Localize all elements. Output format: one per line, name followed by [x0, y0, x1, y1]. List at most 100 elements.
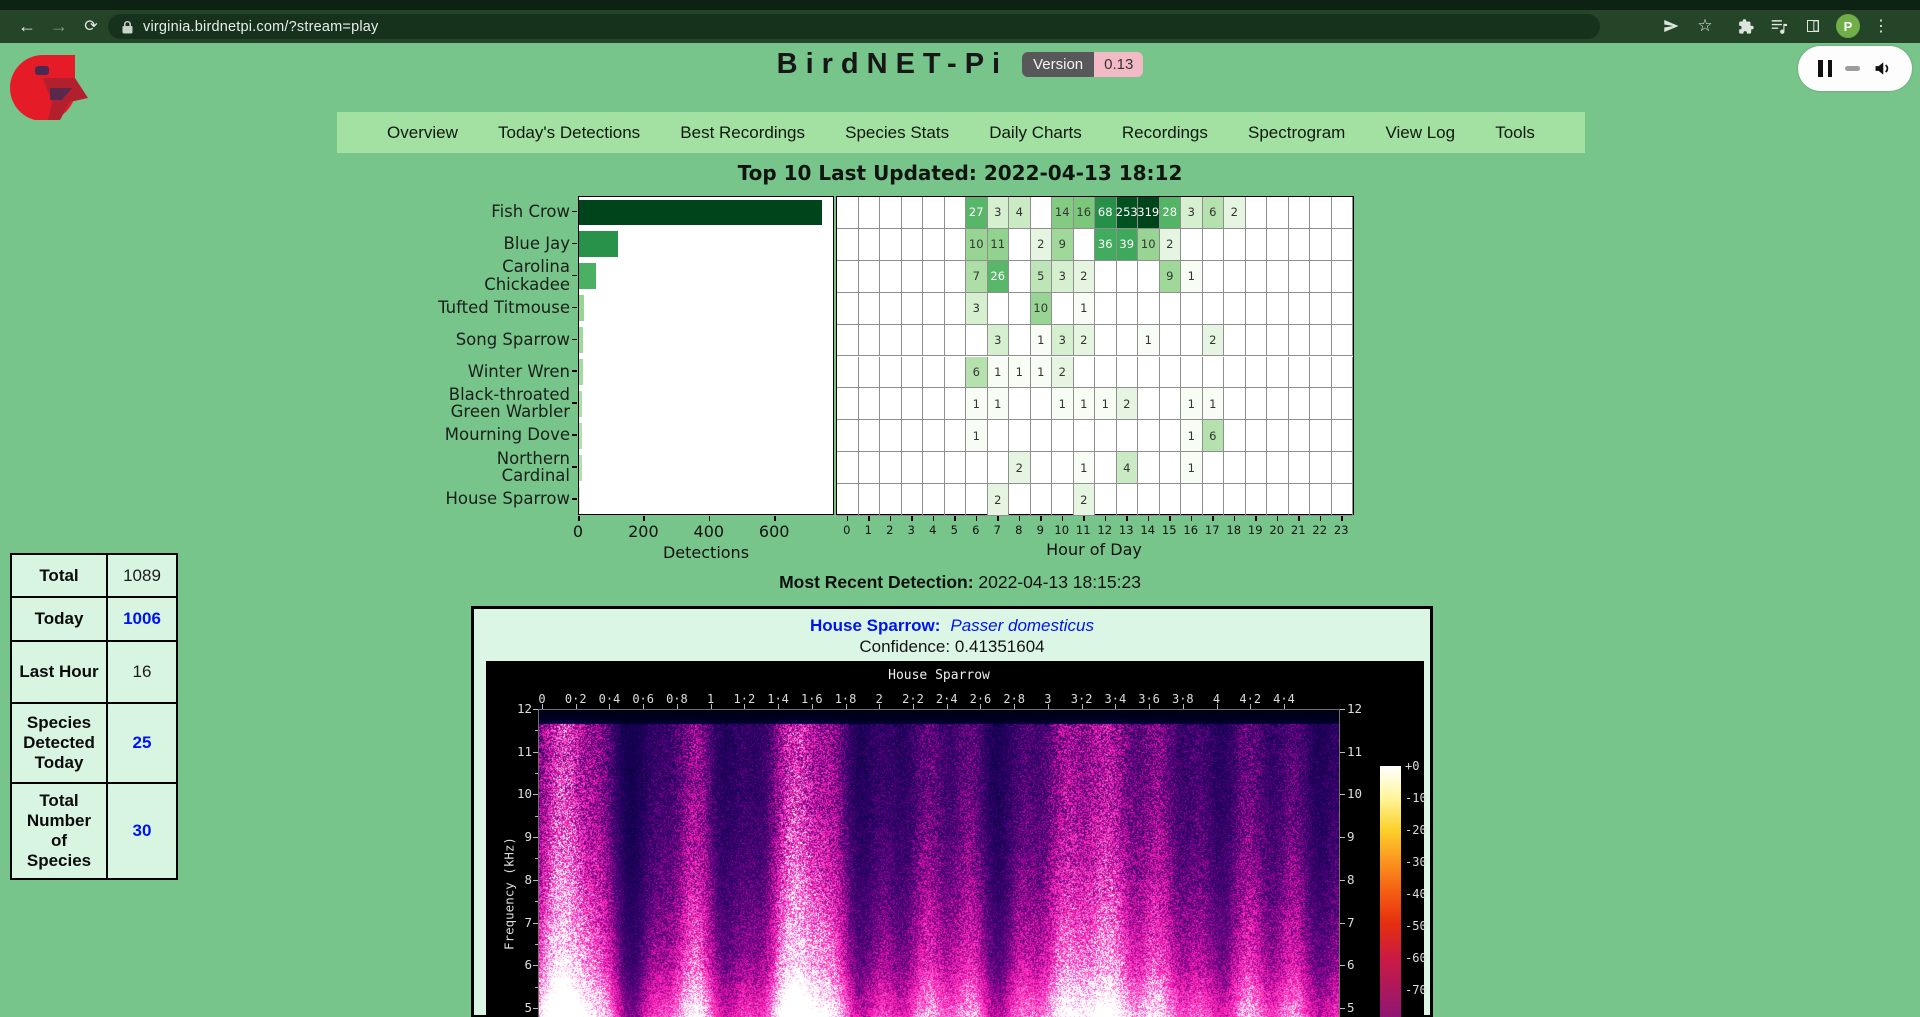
heatmap-cell: [1267, 420, 1289, 452]
heatmap-cell: 3: [988, 197, 1010, 229]
heatmap-cell: 3: [988, 325, 1010, 357]
heatmap-cell: [1224, 293, 1246, 325]
heatmap-cell: [837, 197, 859, 229]
nav-item-daily-charts[interactable]: Daily Charts: [989, 123, 1082, 143]
heatmap-xtick: [1105, 516, 1107, 521]
address-bar[interactable]: virginia.birdnetpi.com/?stream=play: [108, 14, 1600, 39]
bar-winter-wren: [579, 359, 583, 385]
bar-mourning-dove: [579, 423, 582, 449]
heatmap-cell: [1095, 452, 1117, 484]
menu-kebab-icon[interactable]: ⋮: [1868, 13, 1894, 39]
heatmap-cell: [1160, 325, 1182, 357]
spectrogram-freq-minor-tick: [535, 858, 538, 859]
heatmap-cell: [1289, 197, 1311, 229]
heatmap-cell: [880, 420, 902, 452]
spectrogram-freq-minor-tick: [535, 730, 538, 731]
heatmap-cell: [1224, 388, 1246, 420]
heatmap-cell: [1160, 484, 1182, 516]
forward-icon[interactable]: →: [46, 13, 72, 39]
heatmap-cell: [1160, 420, 1182, 452]
heatmap-cell: 1: [1181, 261, 1203, 293]
nav-item-species-stats[interactable]: Species Stats: [845, 123, 949, 143]
spectrogram-freq-label-left: 8: [504, 872, 532, 887]
heatmap-cell: 253: [1117, 197, 1139, 229]
latest-detection-panel: House Sparrow:Passer domesticus Confiden…: [471, 606, 1433, 1017]
heatmap-cell: [1095, 293, 1117, 325]
spectrogram-freq-tick-left: [533, 923, 538, 924]
stats-label: Today: [11, 597, 107, 641]
nav-item-spectrogram[interactable]: Spectrogram: [1248, 123, 1345, 143]
nav-item-today-s-detections[interactable]: Today's Detections: [498, 123, 640, 143]
spectrogram-plot: [538, 709, 1340, 1017]
bookmark-star-icon[interactable]: ☆: [1692, 13, 1718, 39]
heatmap-cell: [1310, 484, 1332, 516]
heatmap-cell: [1289, 452, 1311, 484]
nav-item-tools[interactable]: Tools: [1495, 123, 1535, 143]
stats-value-link[interactable]: 25: [107, 703, 177, 783]
nav-item-recordings[interactable]: Recordings: [1122, 123, 1208, 143]
back-icon[interactable]: ←: [14, 13, 40, 39]
heatmap-xtick-label: 4: [922, 523, 944, 537]
spectrogram-freq-label-right: 8: [1347, 872, 1375, 887]
heatmap-xtick: [1212, 516, 1214, 521]
species-axis-tick: [572, 307, 577, 309]
heatmap-cell: [1031, 452, 1053, 484]
heatmap-cell: 1: [1074, 452, 1096, 484]
heatmap-cell: [1117, 420, 1139, 452]
heatmap-cell: [945, 357, 967, 389]
heatmap-cell: [1117, 484, 1139, 516]
heatmap-xtick: [1019, 516, 1021, 521]
species-link[interactable]: House Sparrow:: [810, 616, 940, 635]
heatmap-cell: [1246, 388, 1268, 420]
heatmap-xtick-label: 18: [1223, 523, 1245, 537]
spectrogram-freq-tick-left: [533, 709, 538, 710]
send-icon[interactable]: [1658, 13, 1684, 39]
heatmap-xtick-label: 15: [1158, 523, 1180, 537]
heatmap-cell: [1310, 197, 1332, 229]
profile-avatar[interactable]: P: [1836, 14, 1860, 38]
heatmap-cell: 1: [1052, 388, 1074, 420]
heatmap-cell: [837, 484, 859, 516]
heatmap-cell: 16: [1074, 197, 1096, 229]
side-panel-icon[interactable]: [1800, 13, 1826, 39]
heatmap-cell: [1246, 357, 1268, 389]
heatmap-cell: 1: [1181, 420, 1203, 452]
heatmap-cell: [1289, 229, 1311, 261]
species-label-black-throated-green-warbler: Black-throatedGreen Warbler: [300, 387, 570, 419]
version-badge: Version 0.13: [1022, 52, 1143, 77]
heatmap-cell: [988, 420, 1010, 452]
heatmap-cell: [945, 325, 967, 357]
stats-row: Last Hour16: [11, 641, 177, 703]
heatmap-cell: [1310, 452, 1332, 484]
heatmap-cell: [1289, 293, 1311, 325]
spectrogram-freq-tick-left: [533, 837, 538, 838]
heatmap-cell: 3: [966, 293, 988, 325]
extensions-icon[interactable]: [1732, 13, 1758, 39]
nav-item-best-recordings[interactable]: Best Recordings: [680, 123, 805, 143]
spectrogram-freq-label-right: 9: [1347, 829, 1375, 844]
media-controls-icon[interactable]: [1766, 13, 1792, 39]
heatmap-cell: 10: [1138, 229, 1160, 261]
heatmap-cell: [1160, 388, 1182, 420]
nav-item-view-log[interactable]: View Log: [1385, 123, 1455, 143]
heatmap-xtick: [1255, 516, 1257, 521]
spectrogram-time-tick: [711, 704, 712, 709]
bar-xtick-label: 0: [556, 522, 600, 541]
stats-value-link[interactable]: 1006: [107, 597, 177, 641]
heatmap-cell: [923, 357, 945, 389]
stats-value-link[interactable]: 30: [107, 783, 177, 879]
heatmap-cell: [1246, 229, 1268, 261]
spectrogram-time-tick: [1217, 704, 1218, 709]
heatmap-cell: [1224, 261, 1246, 293]
species-label-winter-wren: Winter Wren: [300, 356, 570, 388]
heatmap-cell: [902, 420, 924, 452]
heatmap-cell: [1203, 357, 1225, 389]
species-label-mourning-dove: Mourning Dove: [300, 419, 570, 451]
heatmap-cell: 1: [966, 420, 988, 452]
species-label-line: Green Warbler: [451, 403, 570, 421]
heatmap-cell: [1203, 261, 1225, 293]
nav-item-overview[interactable]: Overview: [387, 123, 458, 143]
heatmap-cell: [880, 452, 902, 484]
heatmap-cell: [1332, 452, 1354, 484]
reload-icon[interactable]: ⟳: [78, 13, 104, 39]
